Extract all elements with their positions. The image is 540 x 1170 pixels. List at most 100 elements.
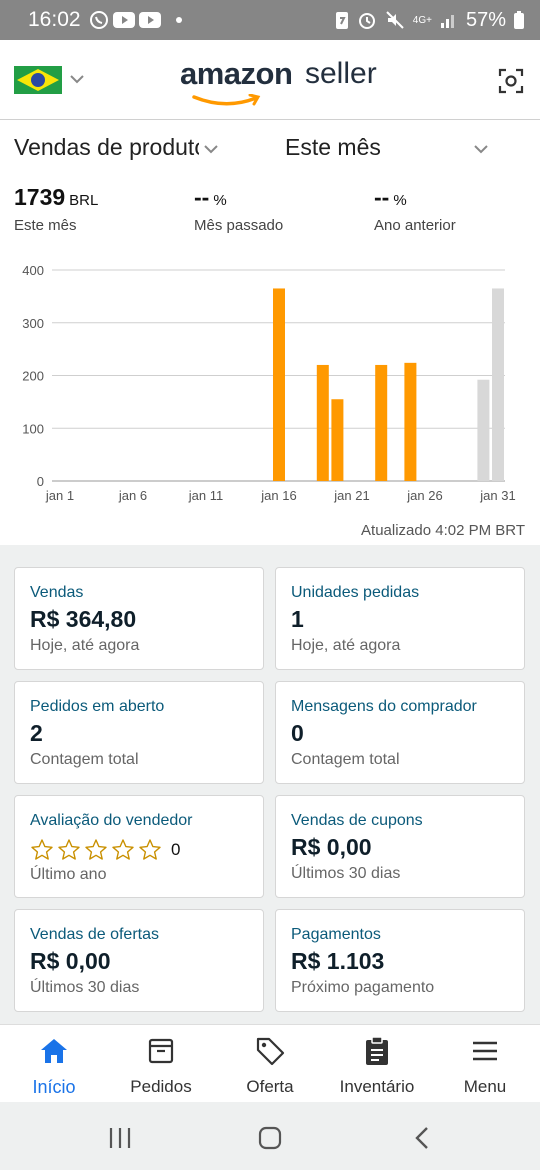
metric-last-month: --% Mês passado (194, 184, 283, 234)
card-deal-sales[interactable]: Vendas de ofertas R$ 0,00 Últimos 30 dia… (14, 909, 264, 1012)
brand-logo: amazon seller (180, 56, 377, 106)
y-tick-label: 300 (22, 316, 44, 331)
period-select[interactable]: Este mês (285, 134, 455, 161)
card-subtitle: Últimos 30 dias (291, 865, 401, 882)
chart-bar (477, 379, 490, 481)
card-title: Pagamentos (291, 926, 381, 943)
star-icon (85, 839, 107, 860)
brand-word-seller: seller (305, 57, 377, 90)
system-navigation-bar (0, 1102, 540, 1170)
amazon-smile-icon (192, 94, 261, 106)
card-title: Unidades pedidas (291, 584, 420, 601)
tag-icon (220, 1035, 320, 1067)
whatsapp-icon (89, 10, 109, 30)
chevron-down-icon[interactable] (202, 142, 220, 156)
network-label: 4G+ (412, 14, 432, 26)
rating-count: 0 (171, 840, 181, 859)
x-tick-label: jan 6 (118, 488, 147, 503)
metric-this-month: 1739 BRL Este mês (14, 184, 98, 234)
sales-bar-chart: 0 100 200 300 400 jan 1 jan 6 jan 11 jan 16 jan 2… (22, 263, 515, 503)
x-tick-label: jan 11 (188, 488, 223, 503)
star-icon (139, 839, 161, 860)
card-title: Vendas de cupons (291, 812, 423, 829)
star-rating: 0 (30, 836, 248, 864)
card-title: Pedidos em aberto (30, 698, 165, 715)
nav-inventory[interactable]: Inventário (327, 1035, 427, 1097)
card-open-orders[interactable]: Pedidos em aberto 2 Contagem total (14, 681, 264, 784)
nav-label: Início (32, 1077, 76, 1097)
metric-value: 1739 (14, 184, 66, 210)
star-icon (112, 839, 134, 860)
bottom-navigation: Início Pedidos Oferta Inventário Menu (0, 1024, 540, 1102)
metric-unit: BRL (69, 192, 99, 209)
status-time: 16:02 (28, 8, 81, 31)
youtube-icon (112, 12, 135, 28)
card-value: R$ 1.103 (291, 948, 385, 974)
chart-bar (273, 288, 285, 481)
battery-icon (514, 11, 524, 29)
card-value: R$ 364,80 (30, 606, 137, 632)
chart-bar (375, 364, 388, 481)
metric-value: -- (374, 184, 390, 210)
scan-icon[interactable] (498, 68, 524, 94)
chevron-down-icon[interactable] (68, 70, 86, 88)
card-value: R$ 0,00 (30, 948, 111, 974)
card-value: 0 (291, 720, 304, 746)
app-header: amazon seller (0, 40, 540, 120)
card-title: Mensagens do comprador (291, 698, 477, 715)
card-buyer-messages[interactable]: Mensagens do comprador 0 Contagem total (275, 681, 525, 784)
chevron-down-icon[interactable] (472, 142, 490, 156)
youtube-icon (138, 12, 161, 28)
card-coupon-sales[interactable]: Vendas de cupons R$ 0,00 Últimos 30 dias (275, 795, 525, 898)
nav-offer[interactable]: Oferta (220, 1035, 320, 1097)
card-units-ordered[interactable]: Unidades pedidas 1 Hoje, até agora (275, 567, 525, 670)
metric-unit: % (393, 192, 407, 209)
nav-orders[interactable]: Pedidos (111, 1035, 211, 1097)
clipboard-icon (327, 1035, 427, 1067)
y-tick-label: 100 (22, 421, 44, 436)
card-subtitle: Último ano (30, 866, 107, 883)
card-value: R$ 0,00 (291, 834, 372, 860)
recent-apps-icon[interactable] (108, 1126, 132, 1150)
metric-label: Este mês (14, 217, 77, 234)
x-tick-label: jan 31 (479, 488, 515, 503)
card-value: 1 (291, 606, 304, 632)
metric-value: -- (194, 184, 210, 210)
home-icon (4, 1035, 104, 1067)
card-payments[interactable]: Pagamentos R$ 1.103 Próximo pagamento (275, 909, 525, 1012)
home-button-icon[interactable] (258, 1126, 282, 1150)
nav-label: Menu (463, 1077, 507, 1096)
brazil-flag-icon[interactable] (14, 66, 62, 94)
hamburger-icon (435, 1035, 535, 1067)
card-seller-rating[interactable]: Avaliação do vendedor 0 Último ano (14, 795, 264, 898)
status-bar: 16:02 4G+ 57% (0, 0, 540, 40)
card-subtitle: Próximo pagamento (291, 979, 435, 996)
updated-timestamp: Atualizado 4:02 PM BRT (361, 522, 525, 539)
back-icon[interactable] (412, 1126, 432, 1150)
battery-saver-icon (335, 10, 349, 30)
orders-box-icon (111, 1035, 211, 1067)
card-sales[interactable]: Vendas R$ 364,80 Hoje, até agora (14, 567, 264, 670)
nav-home[interactable]: Início (4, 1035, 104, 1098)
card-title: Avaliação do vendedor (30, 812, 193, 829)
mute-icon (385, 10, 405, 30)
star-icon (31, 839, 53, 860)
metric-last-year: --% Ano anterior (374, 184, 456, 234)
dot-icon (175, 16, 183, 24)
y-tick-label: 0 (37, 474, 44, 489)
nav-label: Inventário (339, 1077, 415, 1096)
x-tick-label: jan 26 (406, 488, 442, 503)
chart-bar (331, 399, 344, 481)
x-tick-label: jan 16 (260, 488, 296, 503)
metric-unit: % (213, 192, 227, 209)
y-tick-label: 400 (22, 263, 44, 278)
star-icon (58, 839, 80, 860)
chart-bar (404, 362, 417, 481)
card-subtitle: Hoje, até agora (30, 637, 140, 654)
nav-menu[interactable]: Menu (435, 1035, 535, 1097)
nav-label: Pedidos (130, 1077, 192, 1096)
metric-select[interactable]: Vendas de produtos (14, 134, 199, 161)
brand-word-amazon: amazon (180, 56, 293, 91)
alarm-icon (357, 10, 377, 30)
signal-icon (440, 11, 458, 29)
